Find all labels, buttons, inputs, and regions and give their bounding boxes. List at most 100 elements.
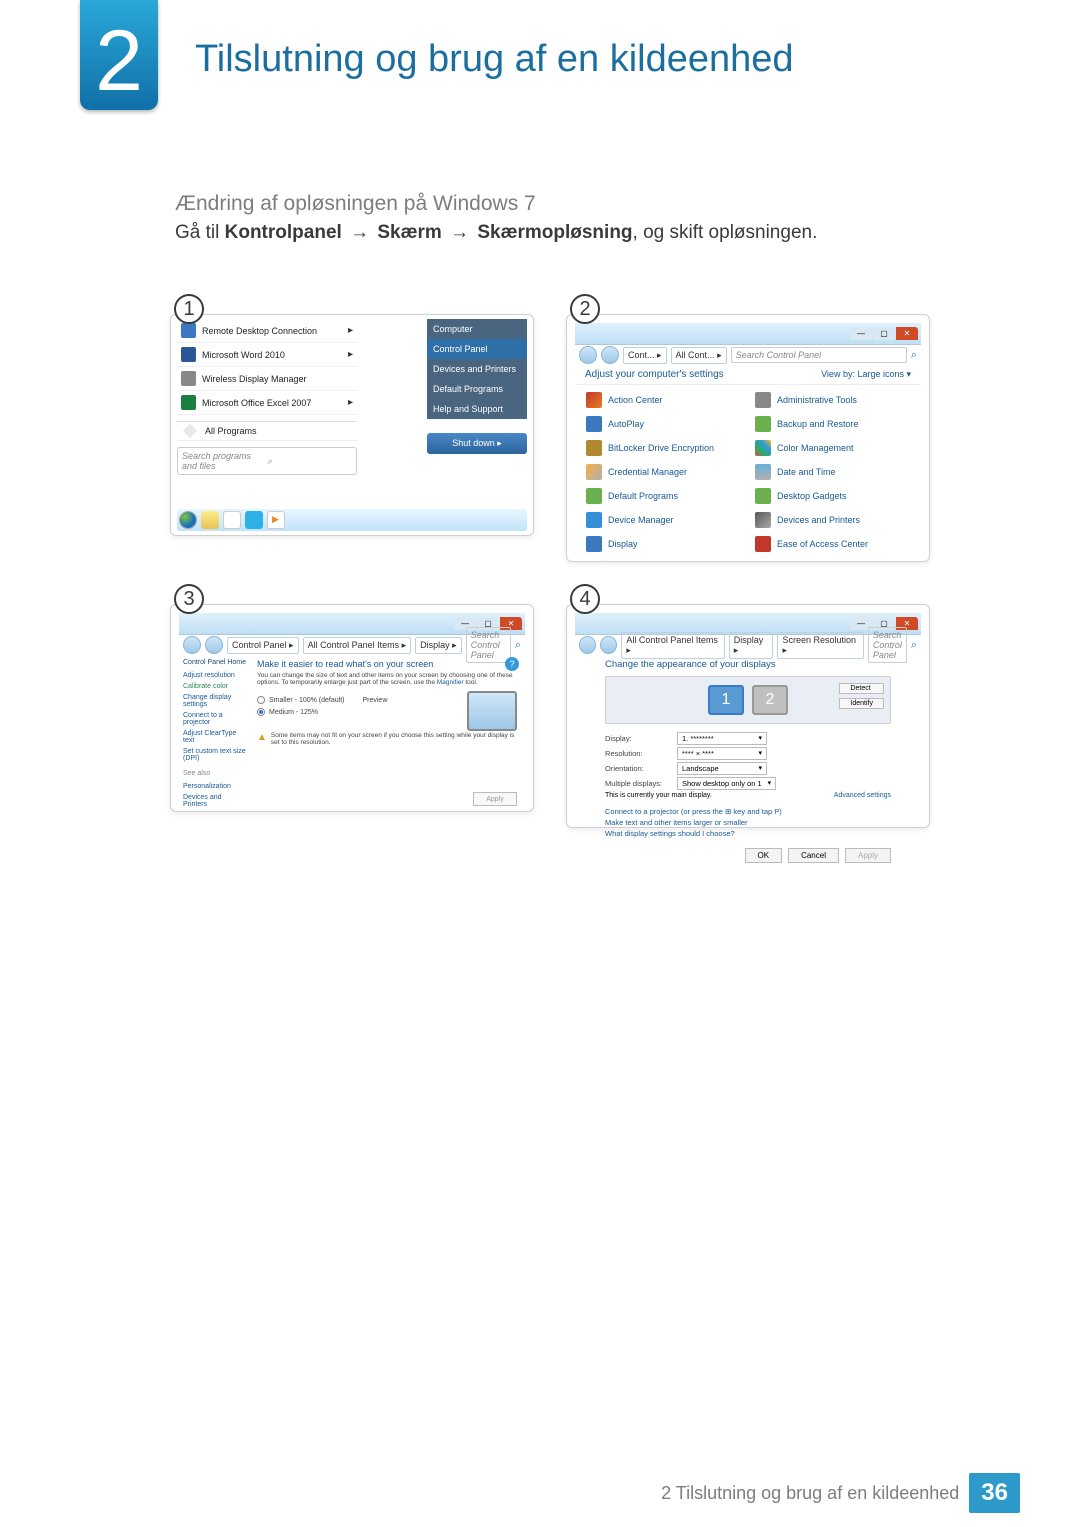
taskbar-app-icon[interactable] xyxy=(223,511,241,529)
display-icon xyxy=(586,536,602,552)
radio-icon xyxy=(257,696,265,704)
taskbar-explorer-icon[interactable] xyxy=(201,511,219,529)
breadcrumb[interactable]: Display xyxy=(729,632,774,659)
minimize-button[interactable]: — xyxy=(850,327,872,340)
adjust-resolution-link[interactable]: Adjust resolution xyxy=(183,672,247,679)
breadcrumb[interactable]: Display xyxy=(415,637,462,654)
startmenu-search[interactable]: Search programs and files ⌕ xyxy=(177,447,357,475)
cp-item-display[interactable]: Display xyxy=(585,533,742,555)
warning-text: ▲ Some items may not fit on your screen … xyxy=(257,732,519,746)
main-panel: ? Make it easier to read what's on your … xyxy=(251,655,525,812)
see-also-heading: See also xyxy=(183,770,247,777)
cp-item-admin-tools[interactable]: Administrative Tools xyxy=(754,389,911,411)
nav-back-icon[interactable] xyxy=(183,636,201,654)
monitor-arrangement[interactable]: 1 2 Detect Identify xyxy=(605,676,891,724)
breadcrumb[interactable]: Control Panel xyxy=(227,637,299,654)
start-orb-icon[interactable] xyxy=(179,511,197,529)
orientation-select[interactable]: Landscape xyxy=(677,762,767,775)
display-settings-help-link[interactable]: What display settings should I choose? xyxy=(605,829,891,838)
ok-button[interactable]: OK xyxy=(745,848,783,863)
multiple-displays-select[interactable]: Show desktop only on 1 xyxy=(677,777,776,790)
rdc-icon xyxy=(181,323,196,338)
resolution-select[interactable]: **** × **** xyxy=(677,747,767,760)
devices-printers-link[interactable]: Devices and Printers xyxy=(183,794,247,808)
display-title: Make it easier to read what's on your sc… xyxy=(257,659,519,669)
cp-item-bitlocker[interactable]: BitLocker Drive Encryption xyxy=(585,437,742,459)
personalization-link[interactable]: Personalization xyxy=(183,783,247,790)
cp-item-date-time[interactable]: Date and Time xyxy=(754,461,911,483)
nav-forward-icon[interactable] xyxy=(601,346,619,364)
identify-button[interactable]: Identify xyxy=(839,698,884,709)
projector-link[interactable]: Connect to a projector xyxy=(183,712,247,726)
flag-icon xyxy=(586,392,602,408)
maximize-button[interactable]: ▢ xyxy=(873,327,895,340)
taskbar-media-icon[interactable] xyxy=(267,511,285,529)
lock-icon xyxy=(586,440,602,456)
apply-button[interactable]: Apply xyxy=(845,848,891,863)
dpi-link[interactable]: Set custom text size (DPI) xyxy=(183,748,247,762)
breadcrumb[interactable]: All Control Panel Items xyxy=(303,637,412,654)
nav-back-icon[interactable] xyxy=(579,346,597,364)
arrow-icon: → xyxy=(450,222,469,243)
detect-button[interactable]: Detect xyxy=(839,683,884,694)
chevron-right-icon: ▸ xyxy=(348,349,353,360)
screenshot-step-4: 4 — ▢ ✕ All Control Panel Items Display … xyxy=(566,586,930,828)
text-size-link[interactable]: Make text and other items larger or smal… xyxy=(605,818,891,827)
startmenu-help[interactable]: Help and Support xyxy=(427,399,527,419)
breadcrumb[interactable]: Cont... xyxy=(623,347,667,364)
monitor-preview-icon xyxy=(467,691,517,731)
advanced-settings-link[interactable]: Advanced settings xyxy=(834,792,891,799)
cp-item-device-manager[interactable]: Device Manager xyxy=(585,509,742,531)
chapter-title: Tilslutning og brug af en kildeenhed xyxy=(195,38,794,81)
breadcrumb[interactable]: All Control Panel Items xyxy=(621,632,724,659)
cp-home-link[interactable]: Control Panel Home xyxy=(183,659,247,666)
cp-item-devices-printers[interactable]: Devices and Printers xyxy=(754,509,911,531)
page-footer: 2 Tilslutning og brug af en kildeenhed 3… xyxy=(661,1473,1020,1513)
startmenu-item-wdm[interactable]: Wireless Display Manager xyxy=(177,367,357,391)
nav-forward-icon[interactable] xyxy=(205,636,223,654)
cancel-button[interactable]: Cancel xyxy=(788,848,839,863)
cp-item-credential[interactable]: Credential Manager xyxy=(585,461,742,483)
calibrate-color-link[interactable]: Calibrate color xyxy=(183,683,247,690)
magnifier-link[interactable]: Magnifier xyxy=(437,679,464,686)
device-icon xyxy=(586,512,602,528)
nav-forward-icon[interactable] xyxy=(600,636,617,654)
cp-item-backup[interactable]: Backup and Restore xyxy=(754,413,911,435)
apply-button[interactable]: Apply xyxy=(473,792,517,806)
monitor-2-icon[interactable]: 2 xyxy=(752,685,788,715)
cp-item-default-programs[interactable]: Default Programs xyxy=(585,485,742,507)
startmenu-all-programs[interactable]: All Programs xyxy=(177,421,357,441)
display-select[interactable]: 1. ******** xyxy=(677,732,767,745)
cleartype-link[interactable]: Adjust ClearType text xyxy=(183,730,247,744)
change-display-link[interactable]: Change display settings xyxy=(183,694,247,708)
projector-link[interactable]: Connect to a projector (or press the ⊞ k… xyxy=(605,807,891,816)
address-bar: Control Panel All Control Panel Items Di… xyxy=(179,635,525,655)
taskbar-ie-icon[interactable] xyxy=(245,511,263,529)
cp-item-autoplay[interactable]: AutoPlay xyxy=(585,413,742,435)
nav-back-icon[interactable] xyxy=(579,636,596,654)
breadcrumb[interactable]: All Cont... xyxy=(671,347,727,364)
defaults-icon xyxy=(586,488,602,504)
cp-item-ease-access[interactable]: Ease of Access Center xyxy=(754,533,911,555)
address-bar: Cont... All Cont... Search Control Panel… xyxy=(575,345,921,365)
startmenu-item-word[interactable]: Microsoft Word 2010 ▸ xyxy=(177,343,357,367)
help-icon[interactable]: ? xyxy=(505,657,519,671)
monitor-1-icon[interactable]: 1 xyxy=(708,685,744,715)
close-button[interactable]: ✕ xyxy=(896,327,918,340)
startmenu-controlpanel[interactable]: Control Panel xyxy=(427,339,527,359)
search-input[interactable]: Search Control Panel xyxy=(868,627,907,663)
cp-item-color[interactable]: Color Management xyxy=(754,437,911,459)
address-bar: All Control Panel Items Display Screen R… xyxy=(575,635,921,655)
breadcrumb[interactable]: Screen Resolution xyxy=(777,632,863,659)
startmenu-computer[interactable]: Computer xyxy=(427,319,527,339)
startmenu-item-excel[interactable]: Microsoft Office Excel 2007 ▸ xyxy=(177,391,357,415)
cp-item-gadgets[interactable]: Desktop Gadgets xyxy=(754,485,911,507)
shutdown-button[interactable]: Shut down ▸ xyxy=(427,433,527,454)
search-input[interactable]: Search Control Panel xyxy=(731,347,907,363)
cp-item-action-center[interactable]: Action Center xyxy=(585,389,742,411)
footer-chapter-text: 2 Tilslutning og brug af en kildeenhed xyxy=(661,1483,959,1504)
startmenu-devices[interactable]: Devices and Printers xyxy=(427,359,527,379)
startmenu-defaults[interactable]: Default Programs xyxy=(427,379,527,399)
view-by-dropdown[interactable]: View by: Large icons ▾ xyxy=(821,369,911,380)
startmenu-item-rdc[interactable]: Remote Desktop Connection ▸ xyxy=(177,319,357,343)
